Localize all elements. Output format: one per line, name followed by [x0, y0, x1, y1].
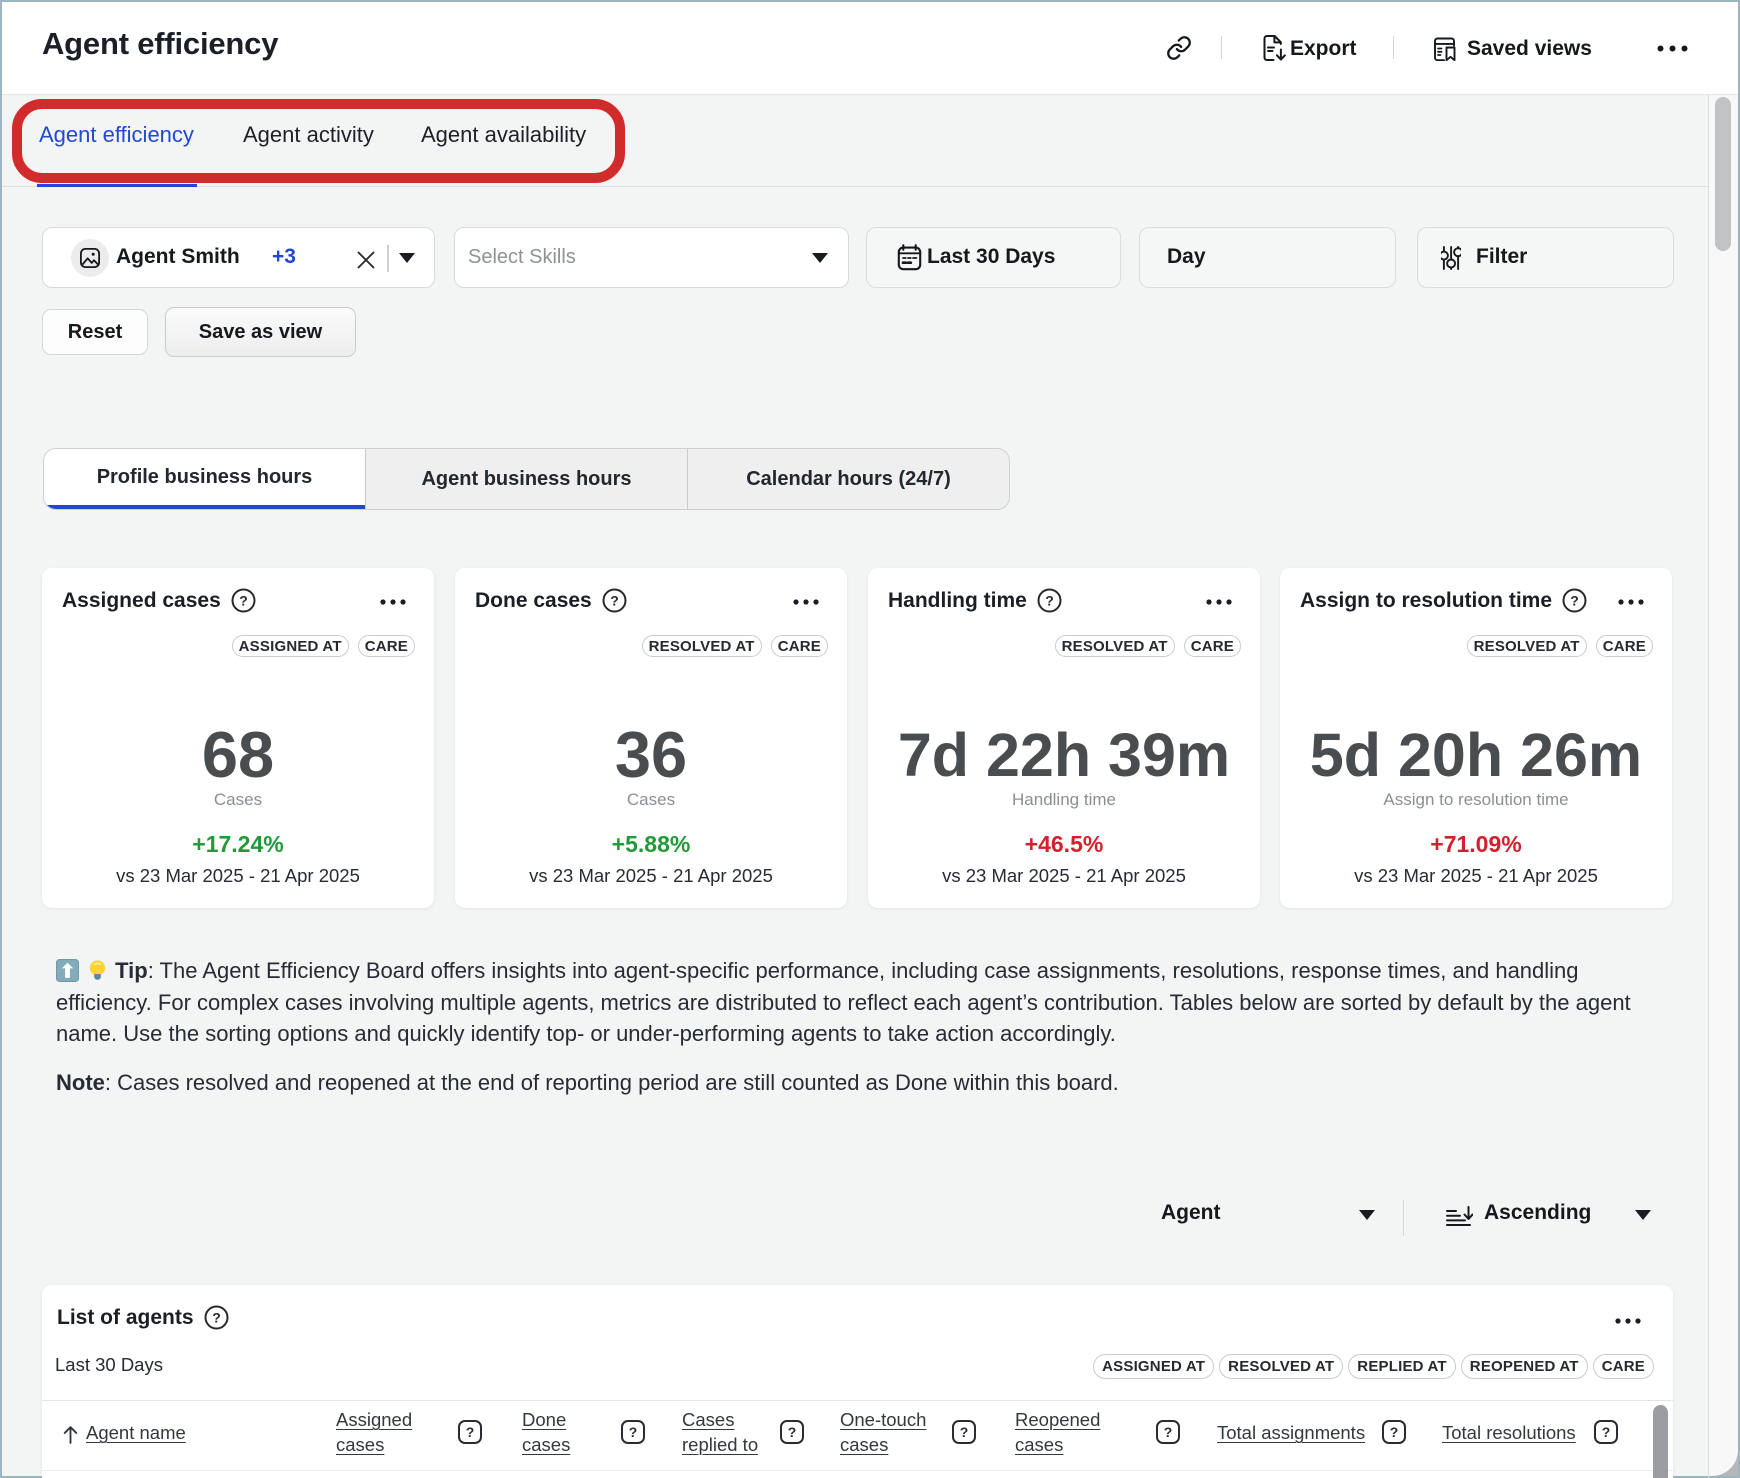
svg-text:?: ?	[239, 593, 248, 609]
svg-text:?: ?	[1045, 593, 1054, 609]
svg-text:?: ?	[212, 1310, 221, 1326]
svg-text:?: ?	[610, 593, 619, 609]
svg-text:?: ?	[1570, 593, 1579, 609]
